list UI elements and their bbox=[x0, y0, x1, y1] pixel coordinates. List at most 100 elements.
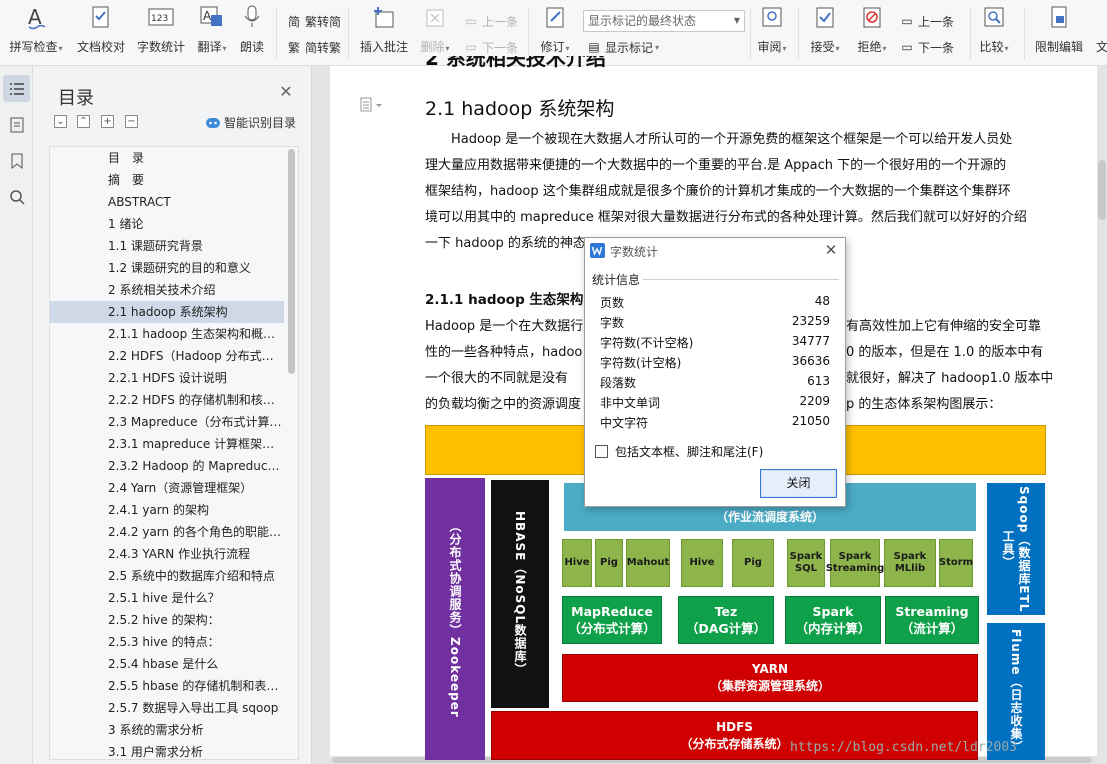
engine-name: Spark bbox=[812, 604, 854, 619]
component-box: Spark Streaming bbox=[826, 539, 884, 587]
delete-comment-button[interactable]: 删除▾ bbox=[417, 0, 453, 64]
prev-comment-icon: ▭ bbox=[465, 14, 477, 28]
add-heading-icon[interactable]: + bbox=[101, 115, 114, 128]
dialog-titlebar[interactable]: 字数统计 ✕ bbox=[585, 238, 845, 264]
toc-item[interactable]: 3 系统的需求分析 bbox=[50, 719, 284, 741]
toc-item[interactable]: 2.5.3 hive 的特点： bbox=[50, 631, 284, 653]
markup-mode-select[interactable]: 显示标记的最终状态 ▼ bbox=[583, 10, 745, 32]
toc-item[interactable]: 2.1 hadoop 系统架构 bbox=[50, 301, 284, 323]
toc-item[interactable]: 2.5.4 hbase 是什么 bbox=[50, 653, 284, 675]
revise-button[interactable]: 修订▾ bbox=[536, 0, 574, 64]
ribbon-separator bbox=[276, 8, 277, 60]
component-box: Spark SQL bbox=[787, 539, 825, 587]
restrict-edit-button[interactable]: 限制编辑 bbox=[1032, 0, 1086, 64]
sqoop-block: Sqoop（数据库ETL工具） bbox=[987, 483, 1045, 615]
more-button[interactable]: 文 bbox=[1092, 0, 1107, 64]
toc-item[interactable]: 2 系统相关技术介绍 bbox=[50, 279, 284, 301]
spell-check-button[interactable]: A 拼写检查▾ bbox=[6, 0, 66, 64]
review-label: 审阅 bbox=[757, 40, 782, 54]
next-change-icon: ▭ bbox=[901, 40, 913, 54]
ai-icon bbox=[206, 117, 220, 128]
toc-item[interactable]: 1 绪论 bbox=[50, 213, 284, 235]
simp-to-trad-label: 简转繁 bbox=[305, 40, 342, 55]
toc-item[interactable]: ABSTRACT bbox=[50, 191, 284, 213]
next-change-button[interactable]: ▭ 下一条 bbox=[899, 37, 954, 57]
toc-item[interactable]: 2.2.2 HDFS 的存储机制和核心功能 bbox=[50, 389, 284, 411]
close-button[interactable]: 关闭 bbox=[760, 469, 837, 498]
toc-item[interactable]: 2.4 Yarn（资源管理框架） bbox=[50, 477, 284, 499]
svg-text:A: A bbox=[203, 9, 212, 23]
toc-item[interactable]: 1.1 课题研究背景 bbox=[50, 235, 284, 257]
paragraph-menu-icon[interactable] bbox=[360, 97, 382, 113]
toc-item[interactable]: 3.1 用户需求分析 bbox=[50, 741, 284, 759]
accept-icon bbox=[811, 0, 839, 32]
stat-row: 非中文单词 2209 bbox=[600, 392, 830, 412]
compare-button[interactable]: 比较▾ bbox=[976, 0, 1012, 64]
next-comment-button[interactable]: ▭ 下一条 bbox=[463, 37, 518, 57]
review-pane-button[interactable]: 审阅▾ bbox=[754, 0, 790, 64]
dialog-title: 字数统计 bbox=[610, 245, 659, 259]
toc-pane-button[interactable] bbox=[3, 75, 30, 102]
smart-identify-button[interactable]: 智能识别目录 bbox=[205, 114, 296, 131]
heading-2-1-1: 2.1.1 hadoop 生态架构 bbox=[425, 292, 584, 308]
yarn-block: YARN （集群资源管理系统） bbox=[562, 654, 978, 702]
page-thumbnail-button[interactable] bbox=[3, 111, 30, 138]
toc-item[interactable]: 2.4.3 YARN 作业执行流程 bbox=[50, 543, 284, 565]
toc-item[interactable]: 2.4.2 yarn 的各个角色的职能说明 bbox=[50, 521, 284, 543]
translate-button[interactable]: A 翻译▾ bbox=[194, 0, 230, 64]
toc-item[interactable]: 2.2.1 HDFS 设计说明 bbox=[50, 367, 284, 389]
prev-change-button[interactable]: ▭ 上一条 bbox=[899, 11, 954, 31]
heading-2-1: 2.1 hadoop 系统架构 bbox=[425, 98, 615, 120]
toc-item[interactable]: 2.5.5 hbase 的存储机制和表结构 bbox=[50, 675, 284, 697]
reject-button[interactable]: 拒绝▾ bbox=[853, 0, 891, 64]
list-icon bbox=[9, 82, 24, 95]
toc-item[interactable]: 2.2 HDFS（Hadoop 分布式文件系统） bbox=[50, 345, 284, 367]
close-icon[interactable]: ✕ bbox=[278, 84, 294, 100]
find-button[interactable] bbox=[3, 183, 30, 210]
stat-label: 字数 bbox=[600, 316, 625, 330]
show-markup-button[interactable]: ▤ 显示标记 ▾ bbox=[586, 37, 659, 57]
expand-up-icon[interactable]: ⌃ bbox=[77, 115, 90, 128]
show-markup-icon: ▤ bbox=[588, 40, 600, 54]
prev-comment-button[interactable]: ▭ 上一条 bbox=[463, 11, 518, 31]
accept-button[interactable]: 接受▾ bbox=[806, 0, 844, 64]
stat-value: 48 bbox=[814, 294, 830, 308]
checkbox-box[interactable] bbox=[595, 445, 608, 458]
toc-item[interactable]: 2.5.1 hive 是什么？ bbox=[50, 587, 284, 609]
toc-item[interactable]: 目 录 bbox=[50, 147, 284, 169]
toc-item[interactable]: 2.5.2 hive 的架构： bbox=[50, 609, 284, 631]
checkbox-label: 包括文本框、脚注和尾注(F) bbox=[615, 445, 764, 459]
accept-label: 接受 bbox=[810, 40, 835, 54]
simp-to-trad-button[interactable]: 繁简转繁 bbox=[286, 37, 341, 57]
toc-item[interactable]: 2.3 Mapreduce（分布式计算框架） bbox=[50, 411, 284, 433]
toc-item[interactable]: 2.5 系统中的数据库介绍和特点 bbox=[50, 565, 284, 587]
insert-comment-button[interactable]: 插入批注 bbox=[357, 0, 411, 64]
stat-row: 字符数(不计空格) 34777 bbox=[600, 332, 830, 352]
body-text-line: Hadoop 是一个在大数据行 bbox=[425, 319, 584, 334]
reject-icon bbox=[858, 0, 886, 32]
vertical-scrollbar[interactable] bbox=[1098, 160, 1106, 220]
toc-item[interactable]: 2.3.1 mapreduce 计算框架概述 bbox=[50, 433, 284, 455]
toc-item[interactable]: 1.2 课题研究的目的和意义 bbox=[50, 257, 284, 279]
toc-item[interactable]: 2.1.1 hadoop 生态架构和概念介绍 bbox=[50, 323, 284, 345]
read-aloud-button[interactable]: 朗读 bbox=[236, 0, 268, 64]
body-text-line: 的负载均衡之中的资源调度 bbox=[425, 397, 582, 412]
toc-item[interactable]: 摘 要 bbox=[50, 169, 284, 191]
toc-scrollbar[interactable] bbox=[288, 149, 295, 374]
collapse-all-icon[interactable]: ⌄ bbox=[54, 115, 67, 128]
toc-item[interactable]: 2.5.7 数据导入导出工具 sqoop bbox=[50, 697, 284, 719]
stat-row: 字数 23259 bbox=[600, 312, 830, 332]
bookmark-button[interactable] bbox=[3, 147, 30, 174]
toc-item[interactable]: 2.4.1 yarn 的架构 bbox=[50, 499, 284, 521]
stat-row: 字符数(计空格) 36636 bbox=[600, 352, 830, 372]
doc-proofread-button[interactable]: 文档校对 bbox=[75, 0, 127, 64]
compute-engine-block: Tez （DAG计算） bbox=[678, 596, 774, 644]
proofread-icon bbox=[87, 0, 115, 32]
remove-heading-icon[interactable]: − bbox=[125, 115, 138, 128]
engine-name: MapReduce bbox=[571, 604, 653, 619]
close-icon[interactable]: ✕ bbox=[823, 241, 839, 259]
include-textbox-checkbox[interactable]: 包括文本框、脚注和尾注(F) bbox=[595, 443, 763, 460]
toc-item[interactable]: 2.3.2 Hadoop 的 Mapreduce 工作流程 bbox=[50, 455, 284, 477]
trad-to-simp-button[interactable]: 简繁转简 bbox=[286, 11, 341, 31]
word-count-button[interactable]: 123 字数统计 bbox=[135, 0, 187, 64]
